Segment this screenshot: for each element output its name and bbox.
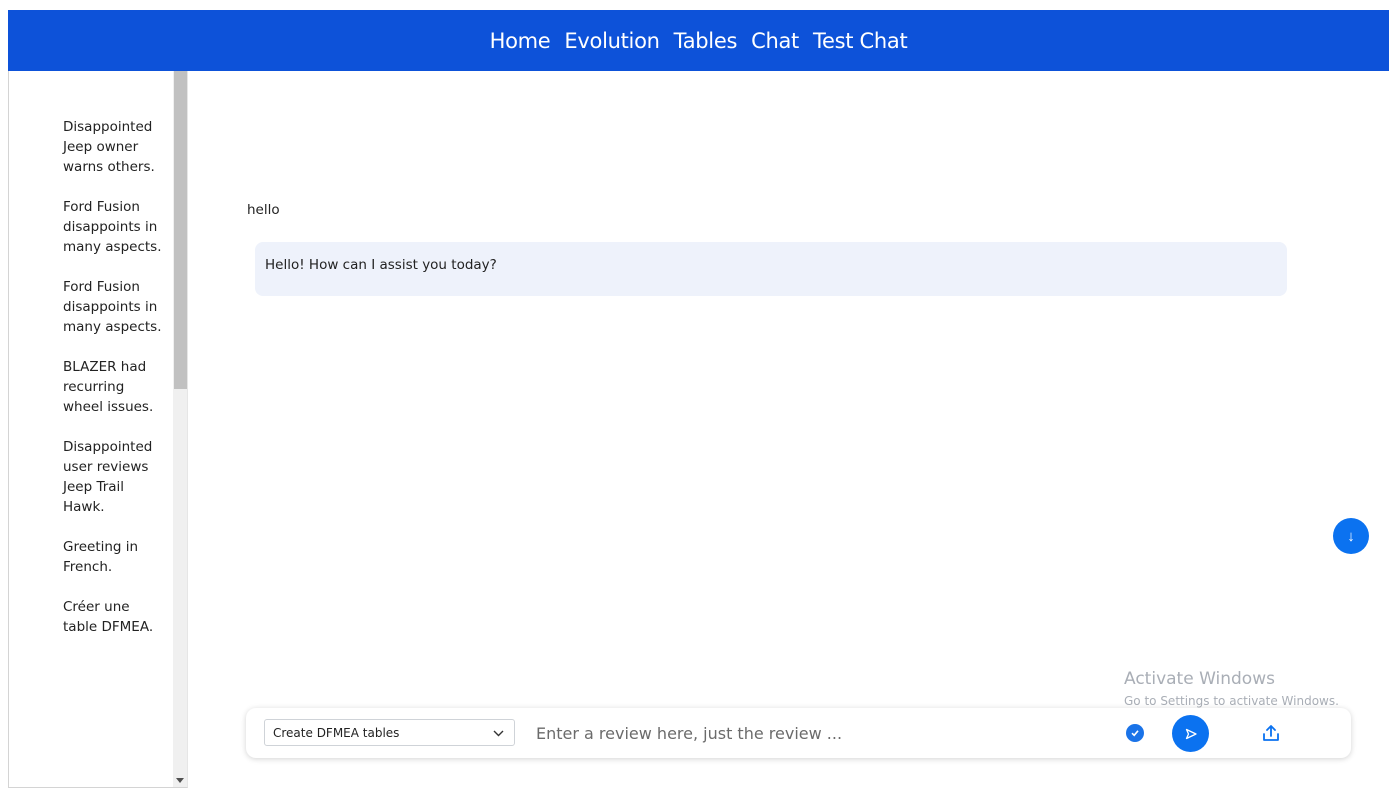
scrollbar-thumb[interactable] [174, 71, 187, 389]
chevron-down-icon [493, 726, 504, 740]
conversation-item[interactable]: Ford Fusion disappoints in many aspects. [63, 277, 163, 337]
conversation-item[interactable]: Ford Fusion disappoints in many aspects. [63, 197, 163, 257]
top-navbar: Home Evolution Tables Chat Test Chat [8, 10, 1389, 71]
watermark-subtitle: Go to Settings to activate Windows. [1124, 694, 1339, 708]
conversation-item[interactable]: BLAZER had recurring wheel issues. [63, 357, 163, 417]
activate-windows-watermark: Activate Windows Go to Settings to activ… [1124, 669, 1339, 708]
nav-home-link[interactable]: Home [490, 29, 551, 53]
check-icon[interactable] [1126, 724, 1144, 742]
mode-select-value: Create DFMEA tables [273, 725, 400, 740]
nav-chat-link[interactable]: Chat [751, 29, 799, 53]
conversation-item[interactable]: Disappointed user reviews Jeep Trail Haw… [63, 437, 163, 517]
watermark-title: Activate Windows [1124, 669, 1275, 689]
scroll-to-bottom-button[interactable]: ↓ [1333, 518, 1369, 554]
nav-tables-link[interactable]: Tables [674, 29, 738, 53]
mode-select[interactable]: Create DFMEA tables [264, 719, 515, 746]
upload-icon [1263, 725, 1279, 741]
conversation-item[interactable]: Créer une table DFMEA. [63, 597, 163, 637]
conversation-sidebar: Disappointed Jeep owner warns others. Fo… [8, 71, 188, 788]
sidebar-scrollbar[interactable] [173, 71, 187, 787]
user-message: hello [247, 202, 280, 218]
nav-test-chat-link[interactable]: Test Chat [813, 29, 908, 53]
upload-button[interactable] [1259, 721, 1283, 745]
arrow-down-icon: ↓ [1347, 527, 1355, 545]
message-composer: Create DFMEA tables [246, 708, 1351, 758]
nav-evolution-link[interactable]: Evolution [564, 29, 660, 53]
assistant-message: Hello! How can I assist you today? [255, 242, 1287, 296]
review-input[interactable] [536, 718, 1096, 748]
scroll-down-arrow-icon[interactable] [176, 778, 184, 783]
conversation-list: Disappointed Jeep owner warns others. Fo… [63, 117, 163, 657]
conversation-item[interactable]: Disappointed Jeep owner warns others. [63, 117, 163, 177]
conversation-item[interactable]: Greeting in French. [63, 537, 163, 577]
send-icon [1185, 728, 1197, 739]
chat-area: hello Hello! How can I assist you today?… [189, 71, 1389, 788]
send-button[interactable] [1172, 715, 1209, 752]
app-window: Home Evolution Tables Chat Test Chat Dis… [8, 10, 1389, 788]
